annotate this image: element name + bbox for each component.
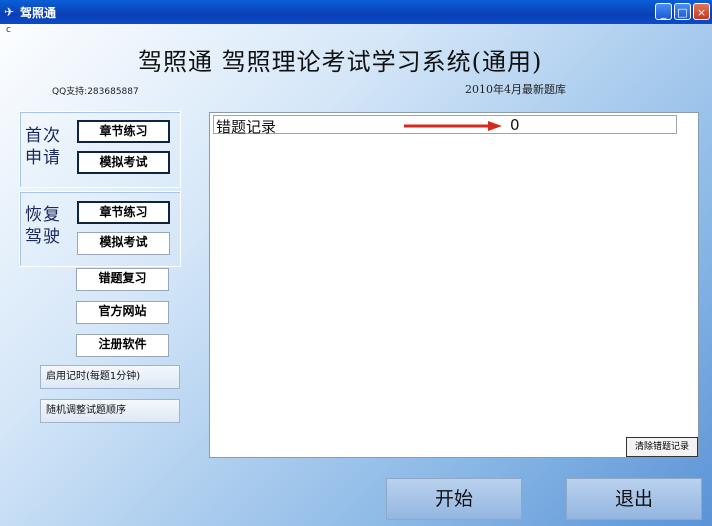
restore-driving-group: 恢复驾驶 章节练习 模拟考试 [19,191,181,267]
restore-mock-exam-button[interactable]: 模拟考试 [77,232,170,255]
app-window: ✈ 驾照通 _ □ × c 驾照通 驾照理论考试学习系统(通用) QQ支持:28… [0,0,712,526]
first-chapter-practice-button[interactable]: 章节练习 [77,120,170,143]
register-software-button[interactable]: 注册软件 [76,334,169,357]
timer-option[interactable]: 启用记时(每题1分钟) [40,365,180,389]
content-panel: 错题记录 0 清除错题记录 [209,112,699,458]
title-bar[interactable]: ✈ 驾照通 _ □ × [0,0,712,24]
error-record-label: 错题记录 [216,118,277,136]
first-application-label: 首次申请 [25,126,61,168]
close-button[interactable]: × [693,3,710,20]
corner-char: c [6,25,11,35]
qq-support-text: QQ支持:283685887 [52,87,139,97]
error-record-row: 错题记录 0 [213,115,677,136]
car-icon: ✈ [4,5,15,19]
question-bank-version: 2010年4月最新题库 [465,83,566,96]
app-heading: 驾照通 驾照理论考试学习系统(通用) [138,48,543,76]
start-button[interactable]: 开始 [386,478,522,520]
restore-driving-label: 恢复驾驶 [25,205,61,247]
random-order-option[interactable]: 随机调整试题顺序 [40,399,180,423]
official-website-button[interactable]: 官方网站 [76,301,169,324]
error-record-count: 0 [510,116,520,134]
window-title: 驾照通 [20,6,57,20]
wrong-question-review-button[interactable]: 错题复习 [76,268,169,291]
first-mock-exam-button[interactable]: 模拟考试 [77,151,170,174]
first-application-group: 首次申请 章节练习 模拟考试 [19,111,181,188]
restore-chapter-practice-button[interactable]: 章节练习 [77,201,170,224]
exit-button[interactable]: 退出 [566,478,702,520]
arrow-icon [404,121,502,131]
clear-error-records-button[interactable]: 清除错题记录 [626,437,698,457]
minimize-button[interactable]: _ [655,3,672,20]
maximize-button[interactable]: □ [674,3,691,20]
